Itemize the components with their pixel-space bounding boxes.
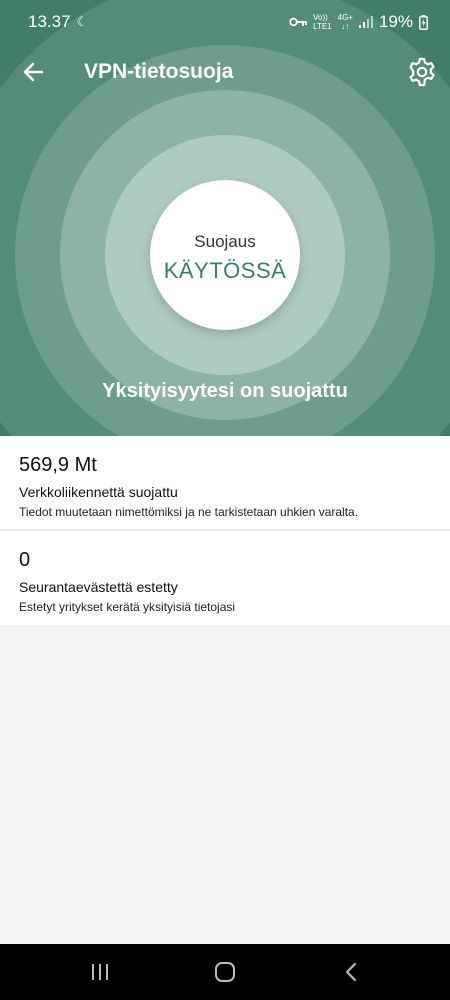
app-bar: VPN-tietosuoja [0,50,450,94]
privacy-caption: Yksityisyytesi on suojattu [102,380,348,402]
data-arrows-icon: ↓↑ [341,22,350,31]
trackers-description: Estetyt yritykset kerätä yksityisiä tiet… [19,600,236,614]
protection-status-circle: Suojaus KÄYTÖSSÄ [150,180,300,330]
trackers-title: Seurantaevästettä estetty [19,579,178,595]
signal-icon [358,16,373,28]
back-arrow-icon[interactable] [20,58,48,86]
lte-label: LTE1 [313,22,332,31]
stat-card-traffic: 569,9 Mt Verkkoliikennettä suojattu Tied… [0,436,450,529]
status-time: 13.37 [28,12,71,31]
traffic-description: Tiedot muutetaan nimettömiksi ja ne tark… [19,505,359,519]
gear-icon[interactable] [406,56,438,88]
system-nav-bar [0,944,450,1000]
traffic-value: 569,9 Mt [19,454,97,476]
stat-card-trackers: 0 Seurantaevästettä estetty Estetyt yrit… [0,531,450,625]
volte-label: Vo)) [313,13,328,22]
protection-status: KÄYTÖSSÄ [163,258,287,283]
battery-level: 19% [378,12,413,31]
recents-icon[interactable] [88,960,112,984]
vpn-key-icon [289,17,308,27]
status-bar: 13.37 ☾ Vo)) LTE1 4G+ ↓↑ 19% [0,0,450,44]
home-icon[interactable] [213,960,237,984]
protection-hero: 13.37 ☾ Vo)) LTE1 4G+ ↓↑ 19% VPN-tietosu… [0,0,450,436]
nav-back-icon[interactable] [340,960,364,984]
traffic-title: Verkkoliikennettä suojattu [19,484,178,500]
data-type-label: 4G+ [337,13,353,22]
moon-icon: ☾ [76,14,89,29]
trackers-value: 0 [19,549,31,571]
protection-label: Suojaus [194,232,256,251]
page-title: VPN-tietosuoja [84,60,234,83]
status-icons: Vo)) LTE1 4G+ ↓↑ 19% [289,12,428,32]
battery-charging-icon [419,14,428,30]
